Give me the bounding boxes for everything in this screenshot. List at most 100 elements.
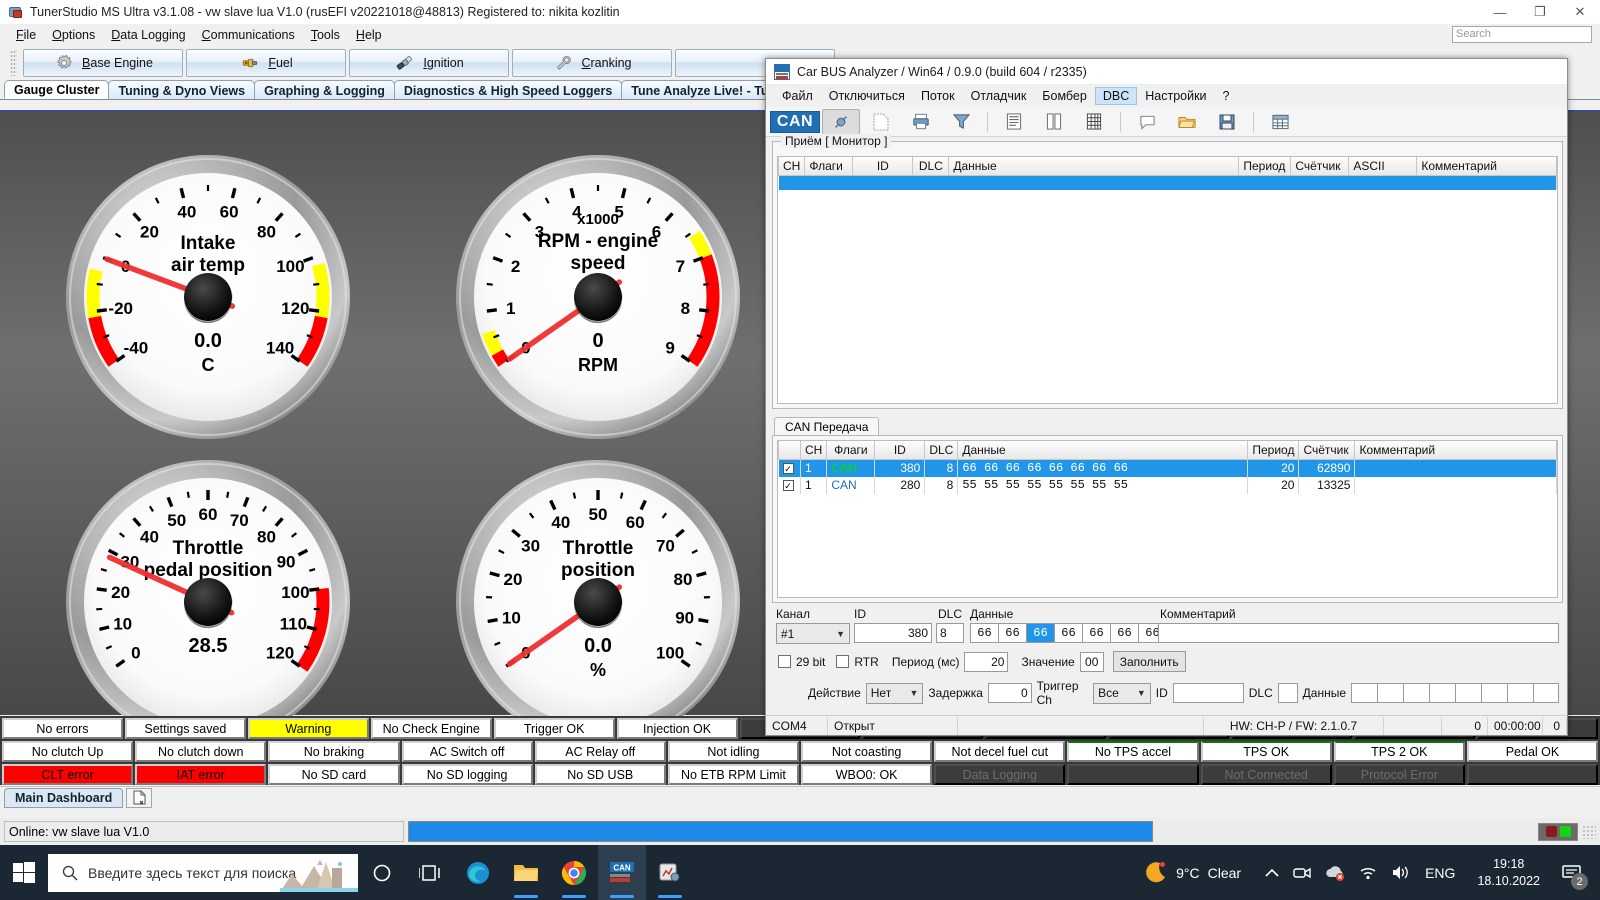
tab-main-dashboard[interactable]: Main Dashboard (4, 787, 124, 808)
data-byte-cell[interactable]: 66 (1054, 623, 1082, 643)
table-row[interactable]: ✓ 1 CAN 280 8 55 55 55 55 55 55 55 55 20 13325 (778, 476, 1557, 494)
can-menu-bomber[interactable]: Бомбер (1034, 87, 1095, 105)
29bit-checkbox[interactable] (778, 655, 791, 668)
indicator-cell[interactable]: Data Logging (934, 764, 1066, 785)
can-menu-help[interactable]: ? (1215, 87, 1238, 105)
gauge-intake-air-temp[interactable]: -40-20020406080100120140Intakeair temp0.… (58, 147, 358, 447)
taskbar-can-analyzer-button[interactable]: CAN (598, 845, 646, 900)
toolbar-fuel-button[interactable]: Fuel (186, 49, 346, 77)
toolbar-grip[interactable] (10, 50, 17, 76)
can-menu-dbc[interactable]: DBC (1094, 87, 1138, 105)
indicator-cell[interactable]: TPS OK (1200, 741, 1332, 762)
indicator-cell[interactable]: No errors (2, 718, 123, 739)
indicator-cell[interactable]: No clutch down (135, 741, 267, 762)
indicator-cell[interactable]: No ETB RPM Limit (667, 764, 800, 785)
indicator-cell[interactable]: AC Switch off (401, 741, 533, 762)
indicator-cell[interactable]: Trigger OK (493, 718, 615, 739)
indicator-cell[interactable]: No TPS accel (1067, 741, 1199, 762)
weather-widget[interactable]: 9°C Clear (1130, 845, 1253, 900)
indicator-cell[interactable]: CLT error (2, 764, 134, 785)
trigger-dlc-input[interactable] (1277, 683, 1298, 703)
receive-column-header[interactable]: Флаги (804, 157, 854, 176)
channel-select[interactable]: #1 ▼ (776, 623, 850, 644)
fill-button[interactable]: Заполнить (1112, 651, 1186, 672)
wifi-icon[interactable] (1359, 865, 1377, 881)
indicator-cell[interactable]: Not idling (667, 741, 800, 762)
comment-input[interactable] (1158, 623, 1559, 643)
receive-empty-row[interactable] (778, 175, 1557, 190)
can-menu-stream[interactable]: Поток (913, 87, 963, 105)
close-button[interactable]: ✕ (1560, 0, 1600, 24)
data-byte-cell[interactable]: 66 (1082, 623, 1110, 643)
trigger-byte-cell[interactable] (1481, 683, 1508, 703)
gauge-throttle-pedal-position[interactable]: 0 10 20 30 40 50 60 70 80 90 100 110 120 Throttle peda… (58, 452, 358, 752)
trigger-data-bytes[interactable] (1351, 683, 1560, 703)
receive-column-header[interactable]: Период (1238, 157, 1292, 176)
indicator-cell[interactable]: WBO0: OK (801, 764, 933, 785)
transmit-column-header[interactable]: Период (1247, 441, 1300, 460)
tab-gauge-cluster[interactable]: Gauge Cluster (4, 80, 110, 99)
taskbar-file-explorer-button[interactable] (502, 845, 550, 900)
indicator-cell[interactable]: Settings saved (124, 718, 246, 739)
list-view-button[interactable] (995, 109, 1033, 135)
volume-icon[interactable] (1391, 864, 1411, 881)
receive-column-header[interactable]: DLC (912, 157, 950, 176)
start-button[interactable] (0, 845, 48, 900)
taskbar-cortana-button[interactable] (358, 845, 406, 900)
indicator-cell[interactable]: Not coasting (801, 741, 933, 762)
receive-column-header[interactable]: Данные (948, 157, 1240, 176)
search-input[interactable]: Search (1452, 26, 1592, 43)
trigger-byte-cell[interactable] (1377, 683, 1404, 703)
toolbar-ignition-button[interactable]: Ignition (349, 49, 509, 77)
menu-options[interactable]: Options (44, 26, 103, 44)
indicator-cell[interactable]: No braking (268, 741, 400, 762)
indicator-cell[interactable]: Not decel fuel cut (934, 741, 1066, 762)
can-menu-file[interactable]: Файл (774, 87, 821, 105)
menu-file[interactable]: FFileile (8, 26, 44, 44)
meet-now-icon[interactable] (1293, 864, 1311, 882)
transmit-table-container[interactable]: CH Флаги ID DLC Данные Период Счётчик Комментар… (777, 440, 1558, 598)
taskbar-chrome-button[interactable] (550, 845, 598, 900)
trigger-id-input[interactable] (1172, 683, 1244, 703)
maximize-button[interactable]: ❐ (1520, 0, 1560, 24)
print-button[interactable] (902, 109, 940, 135)
period-input[interactable]: 20 (964, 651, 1009, 672)
save-button[interactable] (1208, 109, 1246, 135)
add-dashboard-button[interactable] (126, 787, 153, 808)
trigger-select[interactable]: Все ▼ (1093, 682, 1151, 704)
trigger-byte-cell[interactable] (1351, 683, 1378, 703)
data-byte-cell[interactable]: 66 (1110, 623, 1138, 643)
can-menu-settings[interactable]: Настройки (1137, 87, 1214, 105)
comment-button[interactable] (1128, 109, 1166, 135)
open-button[interactable] (1168, 109, 1206, 135)
language-indicator[interactable]: ENG (1425, 865, 1455, 881)
id-input[interactable]: 380 (854, 623, 932, 643)
indicator-cell[interactable]: Not Connected (1200, 764, 1332, 785)
new-file-button[interactable] (862, 109, 900, 135)
delay-input[interactable]: 0 (987, 683, 1032, 703)
connect-button[interactable] (822, 108, 860, 135)
indicator-cell[interactable]: No Check Engine (370, 718, 492, 739)
indicator-cell[interactable]: TPS 2 OK (1333, 741, 1465, 762)
receive-column-header[interactable]: Счётчик (1290, 157, 1350, 176)
receive-column-header[interactable]: ASCII (1348, 157, 1418, 176)
receive-column-header[interactable]: ID (852, 157, 914, 176)
transmit-column-header[interactable]: Данные (957, 441, 1249, 460)
rtr-checkbox[interactable] (836, 655, 850, 668)
tab-graphing-logging[interactable]: Graphing & Logging (254, 80, 395, 99)
transmit-column-header[interactable]: Счётчик (1298, 441, 1356, 460)
transmit-column-header[interactable]: ID (874, 441, 926, 460)
taskbar-clock[interactable]: 19:18 18.10.2022 (1467, 845, 1550, 900)
receive-table-container[interactable]: CH Флаги ID DLC Данные Период Счётчик ASCII Комм… (777, 156, 1558, 404)
menu-data-logging[interactable]: Data Logging (103, 26, 193, 44)
data-byte-cell[interactable]: 66 (998, 623, 1026, 643)
transmit-column-header[interactable]: Флаги (826, 441, 876, 460)
table-button[interactable] (1261, 109, 1299, 135)
indicator-cell[interactable]: AC Relay off (534, 741, 666, 762)
tab-can-transmit[interactable]: CAN Передача (774, 417, 880, 435)
minimize-button[interactable]: — (1480, 0, 1520, 24)
taskbar-search-input[interactable]: Введите здесь текст для поиска (48, 853, 358, 892)
transmit-column-header[interactable]: CH (799, 441, 828, 460)
can-menu-debugger[interactable]: Отладчик (963, 87, 1035, 105)
transmit-column-header[interactable]: Комментарий (1354, 441, 1557, 460)
